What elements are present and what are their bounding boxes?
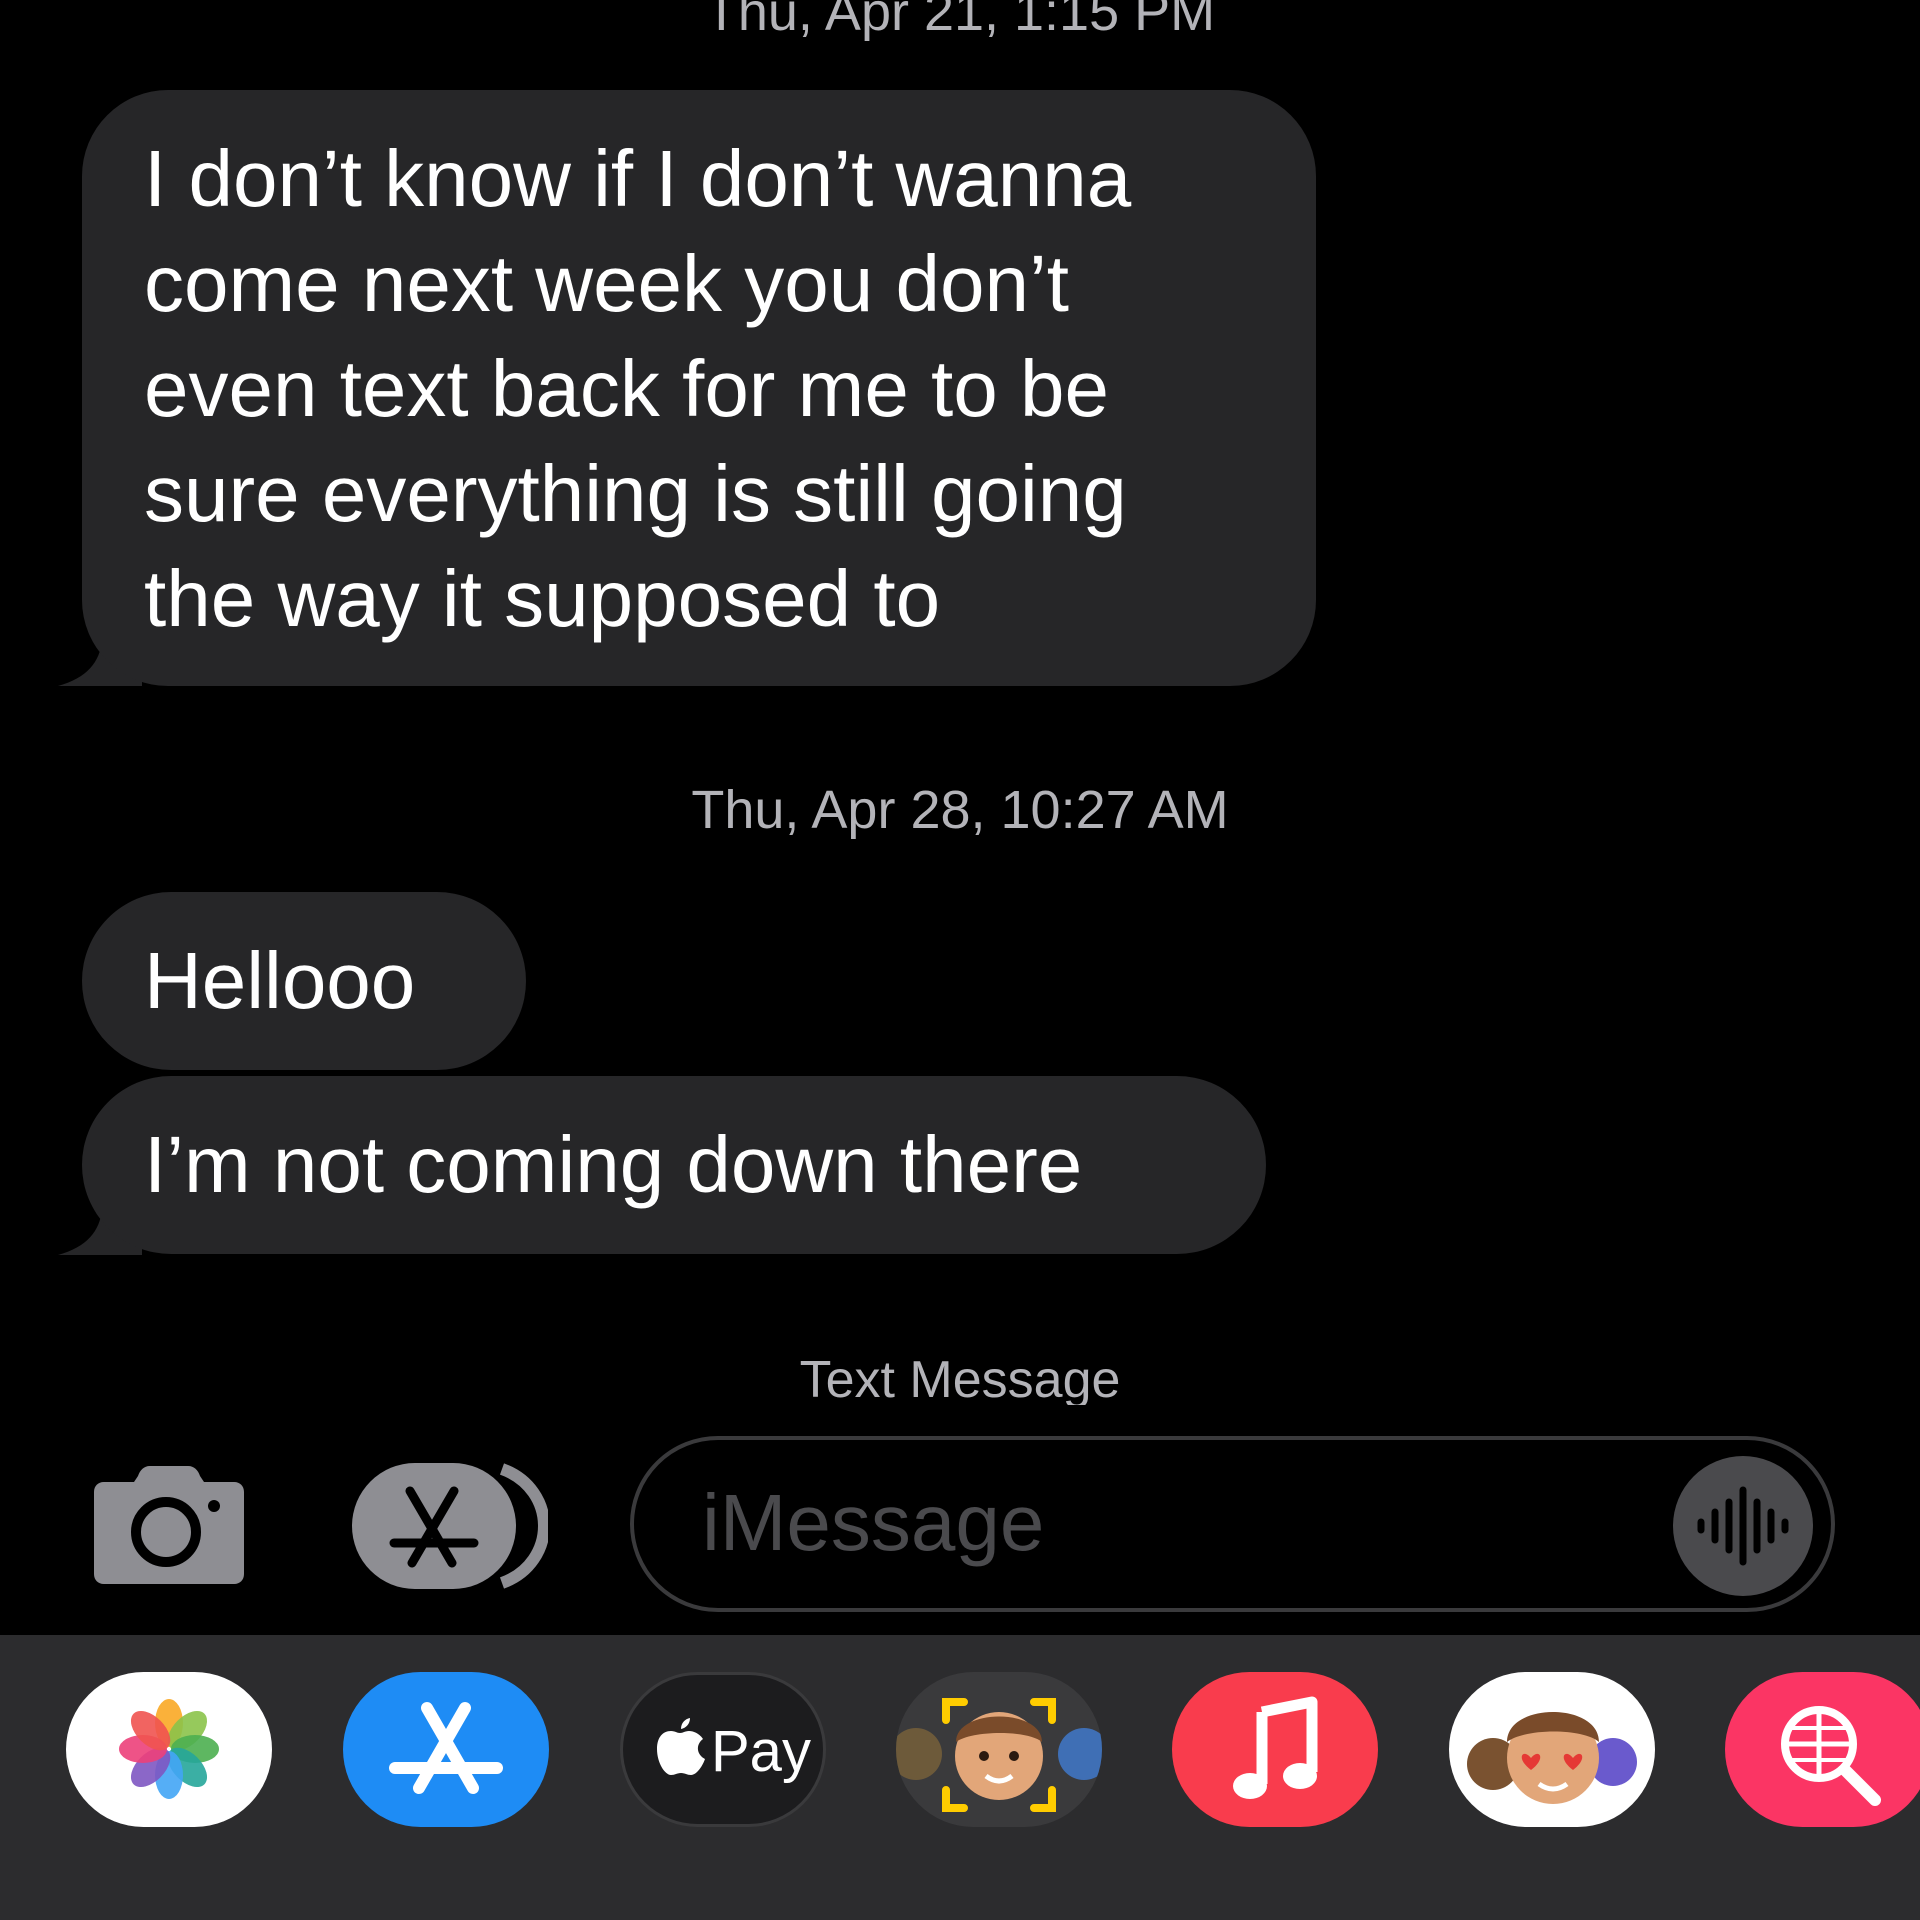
photos-icon	[119, 1699, 219, 1799]
music-note-icon	[1233, 1696, 1318, 1799]
app-store-icon	[389, 1702, 503, 1794]
message-input-placeholder: iMessage	[702, 1478, 1045, 1567]
app-store[interactable]	[343, 1672, 549, 1827]
apple-pay-label: Pay	[711, 1719, 811, 1784]
camera-button[interactable]	[94, 1466, 244, 1584]
app-music[interactable]	[1172, 1672, 1378, 1827]
service-label: Text Message	[799, 1351, 1121, 1409]
message-text: I don’t know if I don’t wanna come next …	[144, 134, 1132, 643]
message-text: Hellooo	[144, 936, 416, 1025]
memoji-icon	[896, 1698, 1102, 1812]
app-image-search[interactable]	[1725, 1672, 1920, 1827]
app-photos[interactable]	[66, 1672, 272, 1827]
timestamp-header: Thu, Apr 21, 1:15 PM	[704, 0, 1216, 42]
voice-message-button[interactable]	[1673, 1456, 1813, 1596]
message-text: I’m not coming down there	[144, 1120, 1083, 1209]
apple-pay-icon: Pay	[657, 1718, 811, 1784]
globe-search-icon	[1781, 1706, 1881, 1806]
message-bubble[interactable]: Hellooo	[82, 892, 526, 1070]
app-apple-pay[interactable]: Pay	[620, 1672, 826, 1827]
camera-icon	[94, 1466, 244, 1584]
message-input[interactable]: iMessage	[630, 1436, 1835, 1612]
waveform-icon	[1697, 1486, 1789, 1566]
app-store-icon	[352, 1463, 551, 1589]
apps-button[interactable]	[352, 1463, 551, 1589]
message-bubble[interactable]: I’m not coming down there	[82, 1076, 1266, 1254]
app-memoji-stickers[interactable]	[1449, 1672, 1655, 1827]
app-memoji[interactable]	[896, 1672, 1102, 1827]
memoji-stickers-icon	[1467, 1712, 1637, 1804]
message-bubble[interactable]: I don’t know if I don’t wanna come next …	[82, 90, 1316, 686]
timestamp-header: Thu, Apr 28, 10:27 AM	[691, 780, 1229, 840]
